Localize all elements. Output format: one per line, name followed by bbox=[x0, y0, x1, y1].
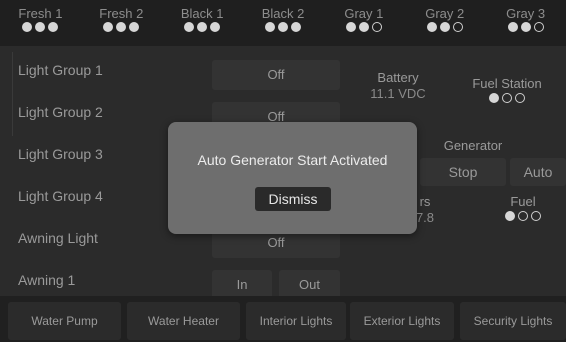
alert-message: Auto Generator Start Activated bbox=[197, 152, 388, 168]
dismiss-button[interactable]: Dismiss bbox=[255, 187, 331, 211]
modal-overlay: Auto Generator Start Activated Dismiss bbox=[0, 0, 566, 342]
alert-dialog: Auto Generator Start Activated Dismiss bbox=[168, 122, 417, 234]
